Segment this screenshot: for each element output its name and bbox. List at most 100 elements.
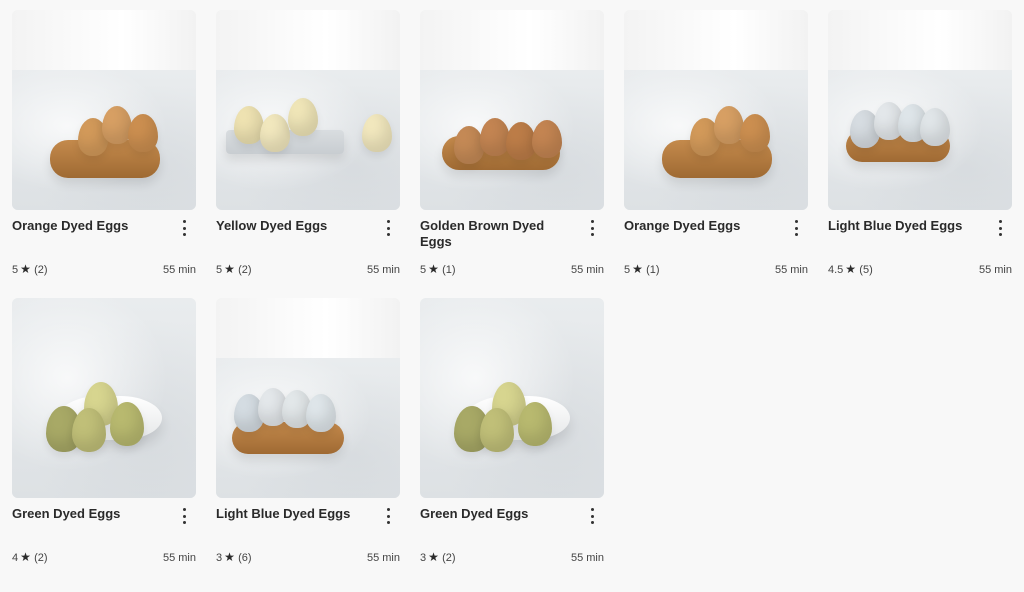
recipe-title[interactable]: Yellow Dyed Eggs [216, 218, 366, 234]
recipe-title[interactable]: Golden Brown Dyed Eggs [420, 218, 570, 250]
star-icon: ★ [224, 550, 235, 564]
recipe-meta: Green Dyed Eggs 3 ★ (2) 55 min [420, 498, 604, 582]
recipe-footer: 3 ★ (2) 55 min [420, 550, 604, 564]
recipe-footer: 4 ★ (2) 55 min [12, 550, 196, 564]
cook-time: 55 min [774, 264, 808, 276]
recipe-footer: 3 ★ (6) 55 min [216, 550, 400, 564]
more-vertical-icon[interactable] [382, 218, 394, 238]
egg [518, 402, 552, 446]
cook-time: 55 min [366, 264, 400, 276]
recipe-card[interactable]: Green Dyed Eggs 3 ★ (2) 55 min [420, 298, 604, 582]
recipe-title[interactable]: Light Blue Dyed Eggs [216, 506, 366, 522]
egg [72, 408, 106, 452]
more-vertical-icon[interactable] [382, 506, 394, 526]
cook-time: 55 min [162, 264, 196, 276]
recipe-footer: 4.5 ★ (5) 55 min [828, 262, 1012, 276]
recipe-image[interactable] [12, 298, 196, 498]
recipe-meta: Light Blue Dyed Eggs 3 ★ (6) 55 min [216, 498, 400, 582]
recipe-image[interactable] [420, 10, 604, 210]
star-icon: ★ [224, 262, 235, 276]
recipe-image[interactable] [624, 10, 808, 210]
more-vertical-icon[interactable] [178, 218, 190, 238]
recipe-card[interactable]: Orange Dyed Eggs 5 ★ (1) 55 min [624, 10, 808, 294]
recipe-title[interactable]: Orange Dyed Eggs [624, 218, 774, 234]
recipe-footer: 5 ★ (2) 55 min [12, 262, 196, 276]
recipe-title[interactable]: Green Dyed Eggs [12, 506, 162, 522]
rating: 4.5 ★ (5) [828, 262, 873, 276]
egg [532, 120, 562, 158]
recipe-card[interactable]: Green Dyed Eggs 4 ★ (2) 55 min [12, 298, 196, 582]
review-count: (6) [238, 552, 252, 564]
rating: 5 ★ (1) [624, 262, 660, 276]
recipe-image[interactable] [12, 10, 196, 210]
review-count: (1) [646, 264, 660, 276]
review-count: (5) [859, 264, 873, 276]
recipe-title[interactable]: Orange Dyed Eggs [12, 218, 162, 234]
recipe-footer: 5 ★ (1) 55 min [624, 262, 808, 276]
cook-time: 55 min [366, 552, 400, 564]
recipe-title[interactable]: Light Blue Dyed Eggs [828, 218, 978, 234]
more-vertical-icon[interactable] [586, 218, 598, 238]
cook-time: 55 min [570, 552, 604, 564]
review-count: (2) [238, 264, 252, 276]
egg [480, 118, 510, 156]
star-icon: ★ [632, 262, 643, 276]
cook-time: 55 min [570, 264, 604, 276]
rating-value: 5 [12, 264, 19, 276]
star-icon: ★ [428, 550, 439, 564]
rating: 3 ★ (2) [420, 550, 456, 564]
egg [110, 402, 144, 446]
rating: 5 ★ (2) [12, 262, 48, 276]
more-vertical-icon[interactable] [994, 218, 1006, 238]
recipe-meta: Yellow Dyed Eggs 5 ★ (2) 55 min [216, 210, 400, 294]
egg [128, 114, 158, 152]
recipe-image[interactable] [420, 298, 604, 498]
recipe-card[interactable]: Yellow Dyed Eggs 5 ★ (2) 55 min [216, 10, 400, 294]
rating: 5 ★ (1) [420, 262, 456, 276]
recipe-image[interactable] [828, 10, 1012, 210]
recipe-card[interactable]: Light Blue Dyed Eggs 4.5 ★ (5) 55 min [828, 10, 1012, 294]
recipe-meta: Orange Dyed Eggs 5 ★ (1) 55 min [624, 210, 808, 294]
recipe-footer: 5 ★ (1) 55 min [420, 262, 604, 276]
recipe-meta: Golden Brown Dyed Eggs 5 ★ (1) 55 min [420, 210, 604, 294]
recipe-title[interactable]: Green Dyed Eggs [420, 506, 570, 522]
more-vertical-icon[interactable] [586, 506, 598, 526]
recipe-image[interactable] [216, 10, 400, 210]
cook-time: 55 min [162, 552, 196, 564]
recipe-card[interactable]: Orange Dyed Eggs 5 ★ (2) 55 min [12, 10, 196, 294]
recipe-grid: Orange Dyed Eggs 5 ★ (2) 55 min Yellow D… [0, 0, 1024, 592]
egg [306, 394, 336, 432]
review-count: (2) [34, 264, 48, 276]
recipe-card[interactable]: Golden Brown Dyed Eggs 5 ★ (1) 55 min [420, 10, 604, 294]
rating-value: 5 [420, 264, 427, 276]
rating-value: 4.5 [828, 264, 844, 276]
recipe-meta: Light Blue Dyed Eggs 4.5 ★ (5) 55 min [828, 210, 1012, 294]
rating-value: 4 [12, 552, 19, 564]
rating-value: 3 [420, 552, 427, 564]
egg [480, 408, 514, 452]
recipe-footer: 5 ★ (2) 55 min [216, 262, 400, 276]
recipe-card[interactable]: Light Blue Dyed Eggs 3 ★ (6) 55 min [216, 298, 400, 582]
star-icon: ★ [20, 262, 31, 276]
more-vertical-icon[interactable] [790, 218, 802, 238]
egg [454, 126, 484, 164]
recipe-image[interactable] [216, 298, 400, 498]
star-icon: ★ [428, 262, 439, 276]
rating-value: 5 [216, 264, 223, 276]
star-icon: ★ [20, 550, 31, 564]
cook-time: 55 min [978, 264, 1012, 276]
rating-value: 5 [624, 264, 631, 276]
rating-value: 3 [216, 552, 223, 564]
egg [920, 108, 950, 146]
rating: 3 ★ (6) [216, 550, 252, 564]
recipe-meta: Orange Dyed Eggs 5 ★ (2) 55 min [12, 210, 196, 294]
rating: 5 ★ (2) [216, 262, 252, 276]
review-count: (2) [442, 552, 456, 564]
egg [260, 114, 290, 152]
review-count: (2) [34, 552, 48, 564]
more-vertical-icon[interactable] [178, 506, 190, 526]
review-count: (1) [442, 264, 456, 276]
egg [740, 114, 770, 152]
star-icon: ★ [845, 262, 857, 276]
egg [288, 98, 318, 136]
